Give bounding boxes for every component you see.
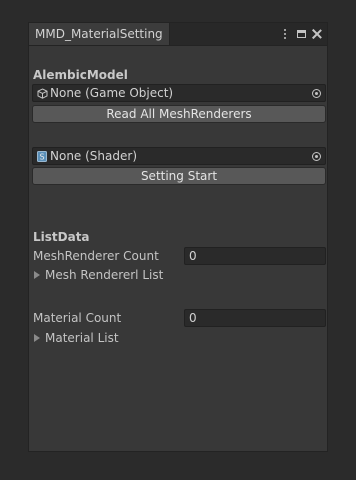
list-data-header: ListData [33,230,90,244]
alembic-model-header: AlembicModel [33,68,128,82]
mesh-renderer-count-label: MeshRenderer Count [33,249,159,263]
material-list-foldout[interactable]: Material List [34,331,119,345]
game-object-field-value: None (Game Object) [50,86,174,100]
mesh-renderer-count-field[interactable]: 0 [184,247,326,265]
shader-icon: S [36,150,48,162]
gameobject-cube-icon [36,87,48,99]
more-options-icon[interactable] [279,27,291,41]
foldout-arrow-icon [34,271,40,279]
setting-start-button[interactable]: Setting Start [32,167,326,185]
material-list-label: Material List [45,331,119,345]
svg-text:S: S [39,152,44,161]
mesh-renderer-list-label: Mesh Rendererl List [45,268,164,282]
shader-field-value: None (Shader) [50,149,137,163]
maximize-icon[interactable] [295,27,307,41]
foldout-arrow-icon [34,334,40,342]
read-all-meshrenderers-button[interactable]: Read All MeshRenderers [32,105,326,123]
shader-field[interactable]: S None (Shader) [32,147,326,165]
game-object-field[interactable]: None (Game Object) [32,84,326,102]
window-controls [279,23,323,45]
window-tab[interactable]: MMD_MaterialSetting [29,23,170,45]
mesh-renderer-list-foldout[interactable]: Mesh Rendererl List [34,268,163,282]
material-setting-window: MMD_MaterialSetting AlembicModel None (G… [28,22,328,452]
shader-picker-icon[interactable] [309,149,323,163]
material-count-field[interactable]: 0 [184,309,326,327]
material-count-label: Material Count [33,311,122,325]
window-tab-bar: MMD_MaterialSetting [29,23,327,46]
object-picker-icon[interactable] [309,86,323,100]
close-icon[interactable] [311,27,323,41]
